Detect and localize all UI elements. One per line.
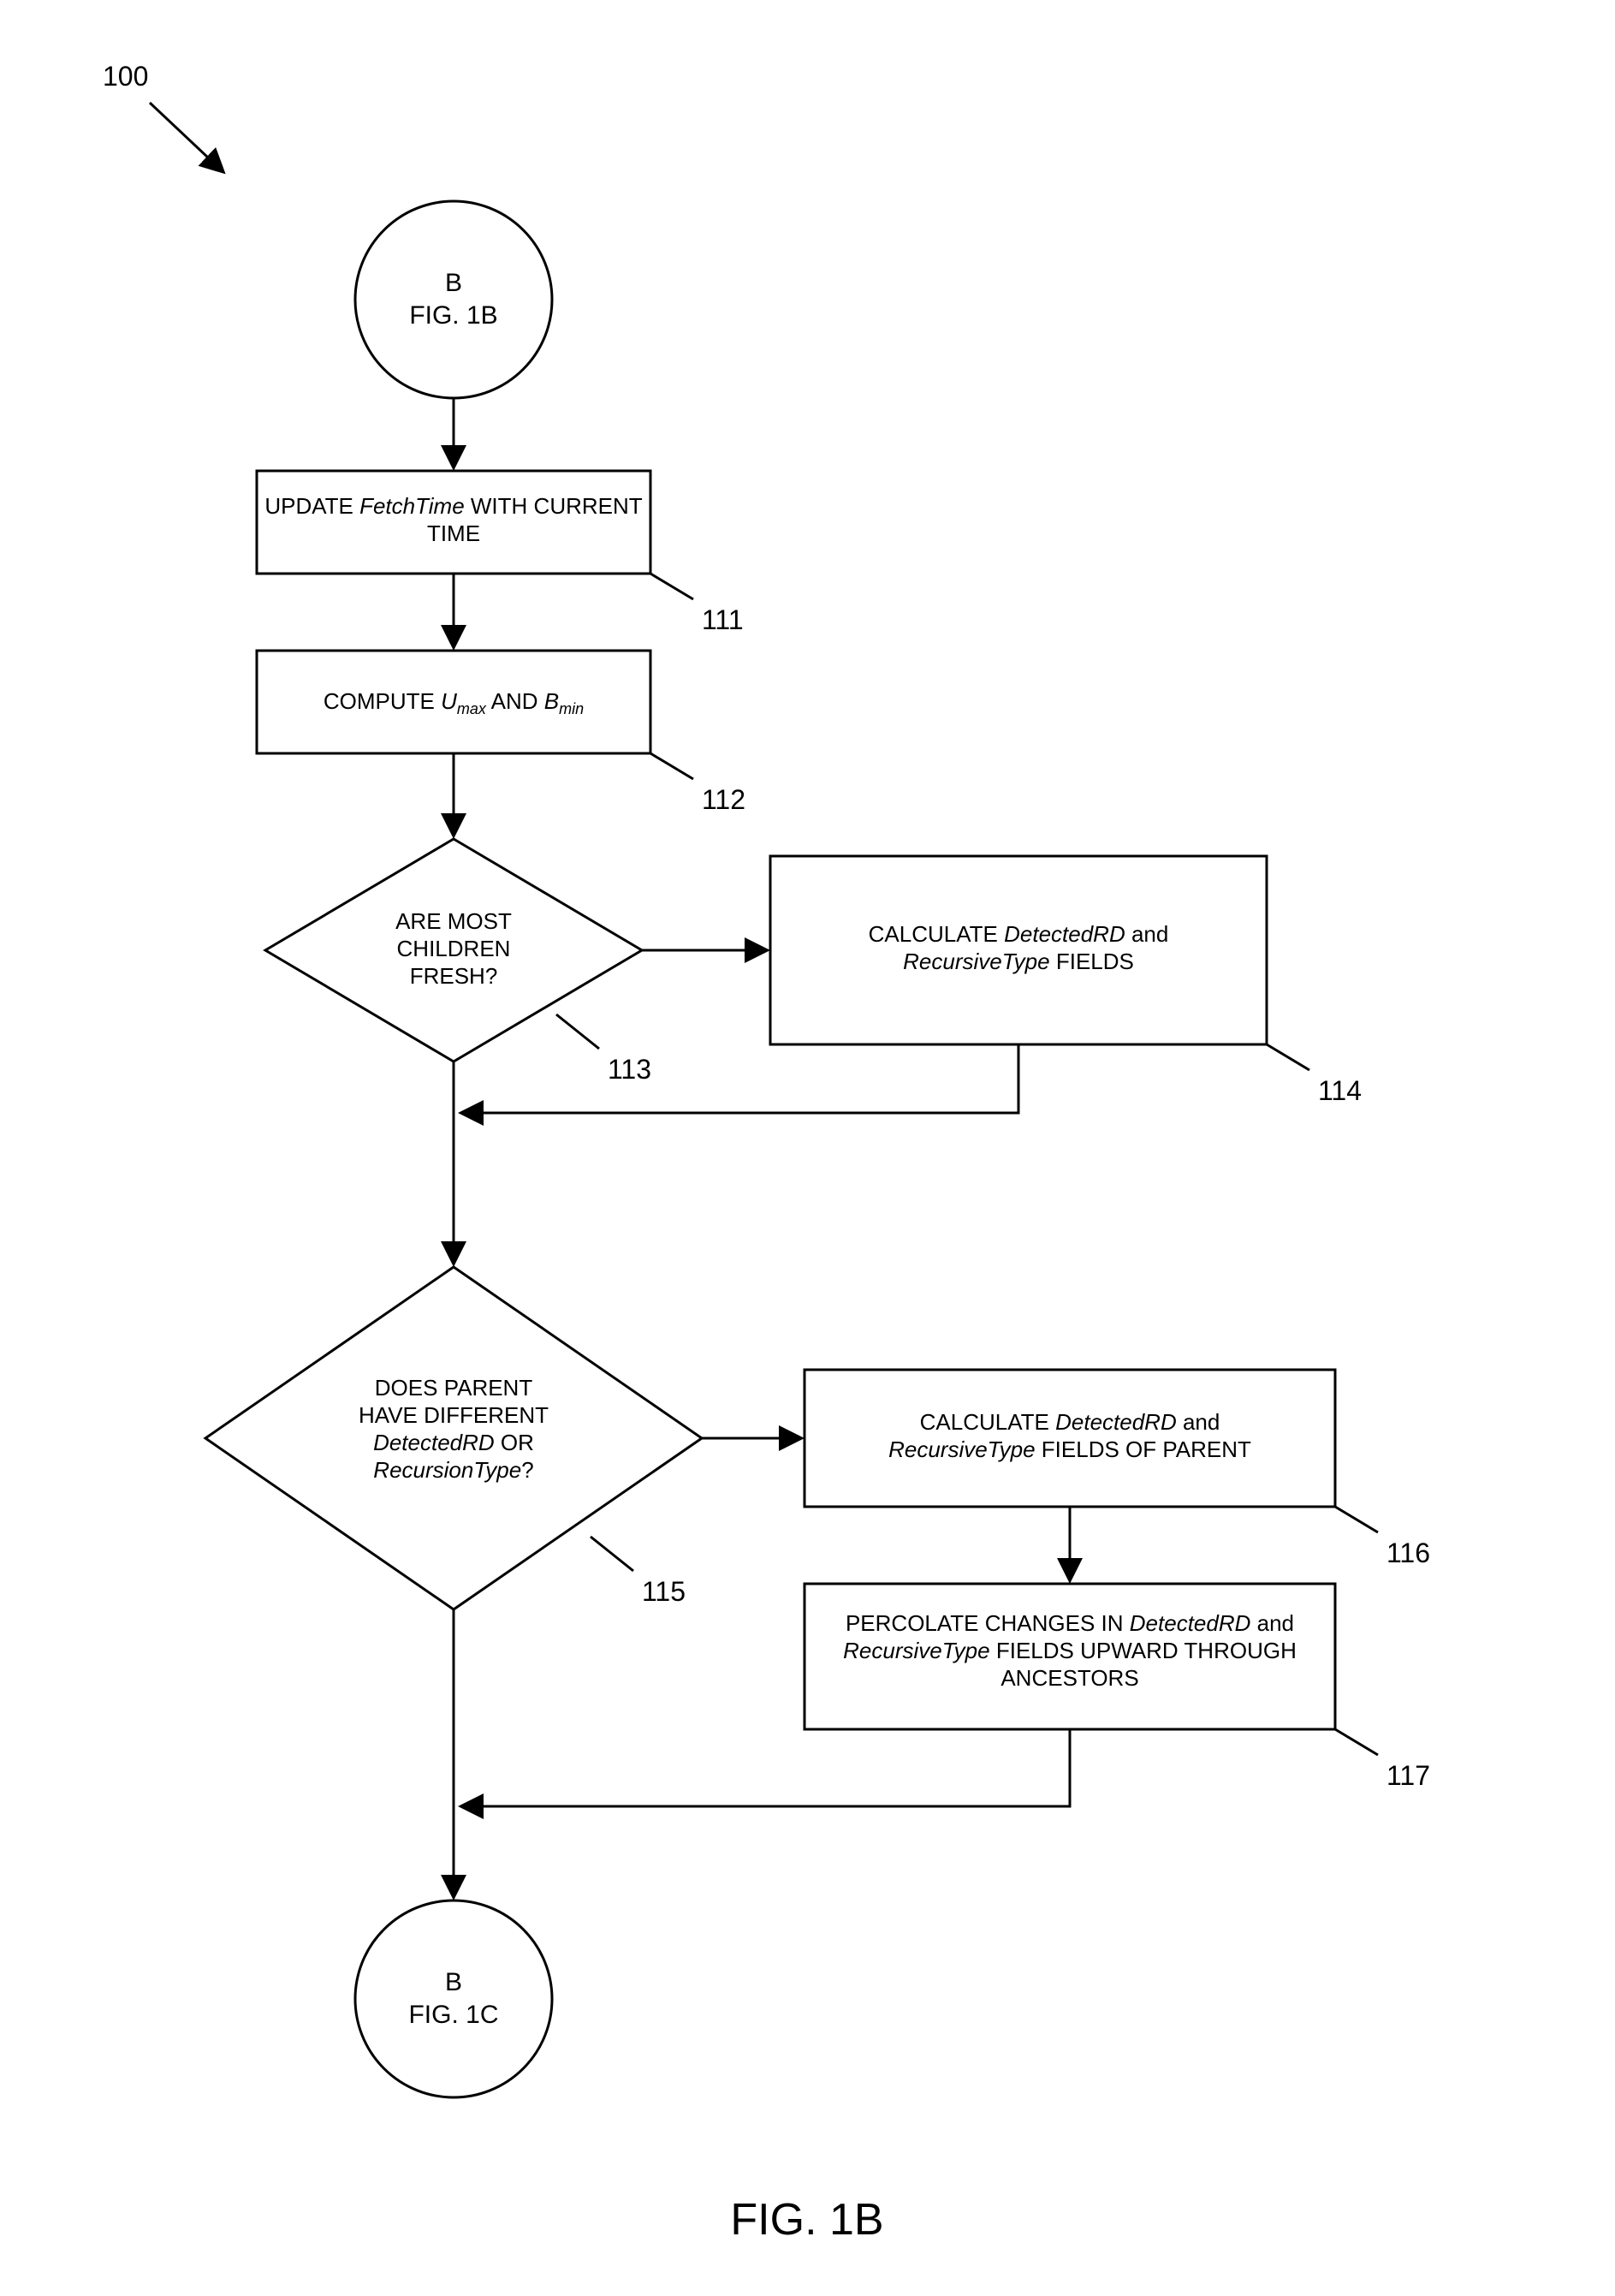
leader-116 xyxy=(1335,1507,1378,1532)
box114-l2: RecursiveType FIELDS xyxy=(903,949,1134,974)
d113-l1: ARE MOST xyxy=(395,908,512,934)
ref-117: 117 xyxy=(1386,1760,1430,1791)
ref-116: 116 xyxy=(1386,1538,1430,1568)
arrow-117-rejoin xyxy=(462,1729,1070,1806)
flowchart-svg: 100 B FIG. 1B UPDATE FetchTime WITH CURR… xyxy=(0,0,1615,2296)
d115-l3: DetectedRD OR xyxy=(373,1430,534,1455)
box112-line: COMPUTE Umax AND Bmin xyxy=(324,688,584,717)
d115-l4: RecursionType? xyxy=(373,1457,533,1483)
figure-caption: FIG. 1B xyxy=(730,2195,883,2245)
box116-l2: RecursiveType FIELDS OF PARENT xyxy=(888,1436,1251,1462)
ref-111: 111 xyxy=(702,604,744,635)
box116-l1: CALCULATE DetectedRD and xyxy=(920,1409,1220,1435)
ref-115: 115 xyxy=(642,1576,686,1607)
box117-l3: ANCESTORS xyxy=(1000,1665,1138,1691)
ref-112: 112 xyxy=(702,784,745,815)
leader-113 xyxy=(556,1014,599,1049)
leader-111 xyxy=(650,574,693,599)
connector-top-line2: FIG. 1B xyxy=(409,301,497,330)
d115-l2: HAVE DIFFERENT xyxy=(359,1402,549,1428)
arrow-114-rejoin xyxy=(462,1044,1018,1113)
leader-117 xyxy=(1335,1729,1378,1755)
box111-line1: UPDATE FetchTime WITH CURRENT xyxy=(264,493,642,519)
leader-112 xyxy=(650,753,693,779)
connector-circle-bottom xyxy=(355,1900,552,2097)
ref-114: 114 xyxy=(1318,1075,1362,1106)
connector-circle-top xyxy=(355,201,552,398)
d113-l3: FRESH? xyxy=(410,963,498,989)
figure-number-arrow xyxy=(150,103,223,171)
d115-l1: DOES PARENT xyxy=(375,1375,533,1401)
leader-115 xyxy=(591,1537,633,1571)
figure-number: 100 xyxy=(103,61,148,92)
connector-bottom-line1: B xyxy=(445,1968,462,1996)
box117-l1: PERCOLATE CHANGES IN DetectedRD and xyxy=(846,1610,1294,1636)
box114-l1: CALCULATE DetectedRD and xyxy=(869,921,1169,947)
box117-l2: RecursiveType FIELDS UPWARD THROUGH xyxy=(843,1638,1297,1663)
box111-line2: TIME xyxy=(427,520,480,546)
ref-113: 113 xyxy=(608,1054,651,1085)
d113-l2: CHILDREN xyxy=(397,936,511,961)
leader-114 xyxy=(1267,1044,1309,1070)
connector-bottom-line2: FIG. 1C xyxy=(408,2001,498,2029)
connector-top-line1: B xyxy=(445,269,462,297)
